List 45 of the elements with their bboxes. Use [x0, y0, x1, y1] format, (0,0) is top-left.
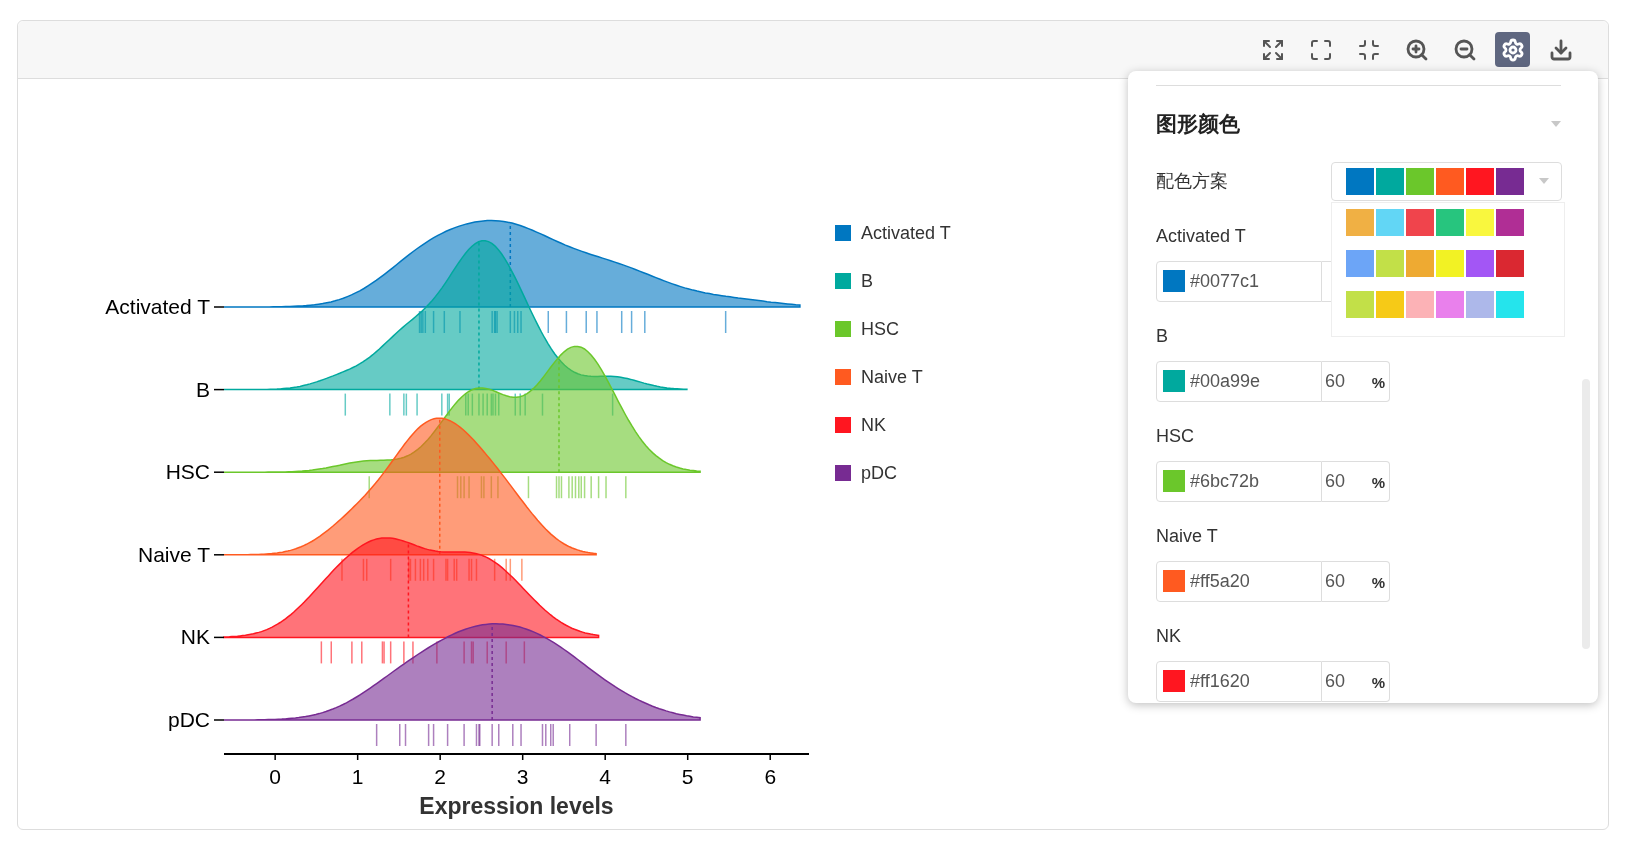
- legend-label: Activated T: [861, 223, 951, 243]
- color-field[interactable]: #0077c1: [1156, 260, 1322, 302]
- axis-label: pDC: [168, 708, 210, 731]
- field-label: 配色方案: [1156, 169, 1228, 193]
- axis-label: Activated T: [105, 295, 210, 318]
- palette-option[interactable]: [1346, 208, 1524, 236]
- color-field[interactable]: #00a99e: [1156, 360, 1322, 402]
- field-label: Naive T: [1156, 524, 1219, 548]
- unit-label: %: [1371, 372, 1385, 393]
- color-field[interactable]: #ff5a20: [1156, 560, 1322, 602]
- field-label: HSC: [1156, 424, 1195, 448]
- field-label: NK: [1156, 624, 1182, 648]
- tick-label: 0: [269, 765, 281, 788]
- tick-label: 5: [681, 765, 694, 788]
- color-field[interactable]: #6bc72b: [1156, 460, 1322, 502]
- opacity-field[interactable]: 60 %: [1322, 360, 1390, 402]
- tick-label: 6: [764, 765, 777, 788]
- tick-label: 3: [516, 765, 529, 788]
- axis-label: HSC: [165, 460, 210, 484]
- axis-title: Expression levels: [419, 793, 614, 819]
- tick-label: 4: [599, 765, 612, 788]
- axis-label: Naive T: [138, 542, 210, 566]
- legend-label: Naive T: [861, 367, 923, 387]
- legend-label: NK: [861, 415, 886, 435]
- unit-label: %: [1371, 472, 1385, 493]
- section-title: 图形颜色: [1156, 111, 1240, 137]
- axis-label: NK: [180, 625, 210, 649]
- unit-label: %: [1371, 572, 1385, 593]
- settings-icon[interactable]: [1495, 32, 1530, 67]
- field-label: Activated T: [1156, 224, 1247, 248]
- legend-label: B: [861, 271, 873, 291]
- color-field[interactable]: #ff1620: [1156, 660, 1322, 702]
- tick-label: 2: [434, 765, 446, 788]
- legend-label: pDC: [861, 463, 897, 483]
- legend-label: HSC: [861, 319, 899, 339]
- unit-label: %: [1371, 672, 1385, 693]
- opacity-field[interactable]: 60 %: [1322, 660, 1390, 702]
- axis-label: B: [196, 377, 210, 401]
- palette-option[interactable]: [1346, 249, 1524, 277]
- tick-label: 1: [351, 765, 364, 788]
- field-label: B: [1156, 324, 1169, 348]
- caret-icon: [1539, 178, 1549, 184]
- opacity-field[interactable]: 60 %: [1322, 560, 1390, 602]
- opacity-field[interactable]: 60 %: [1322, 460, 1390, 502]
- caret-icon: [1551, 120, 1561, 127]
